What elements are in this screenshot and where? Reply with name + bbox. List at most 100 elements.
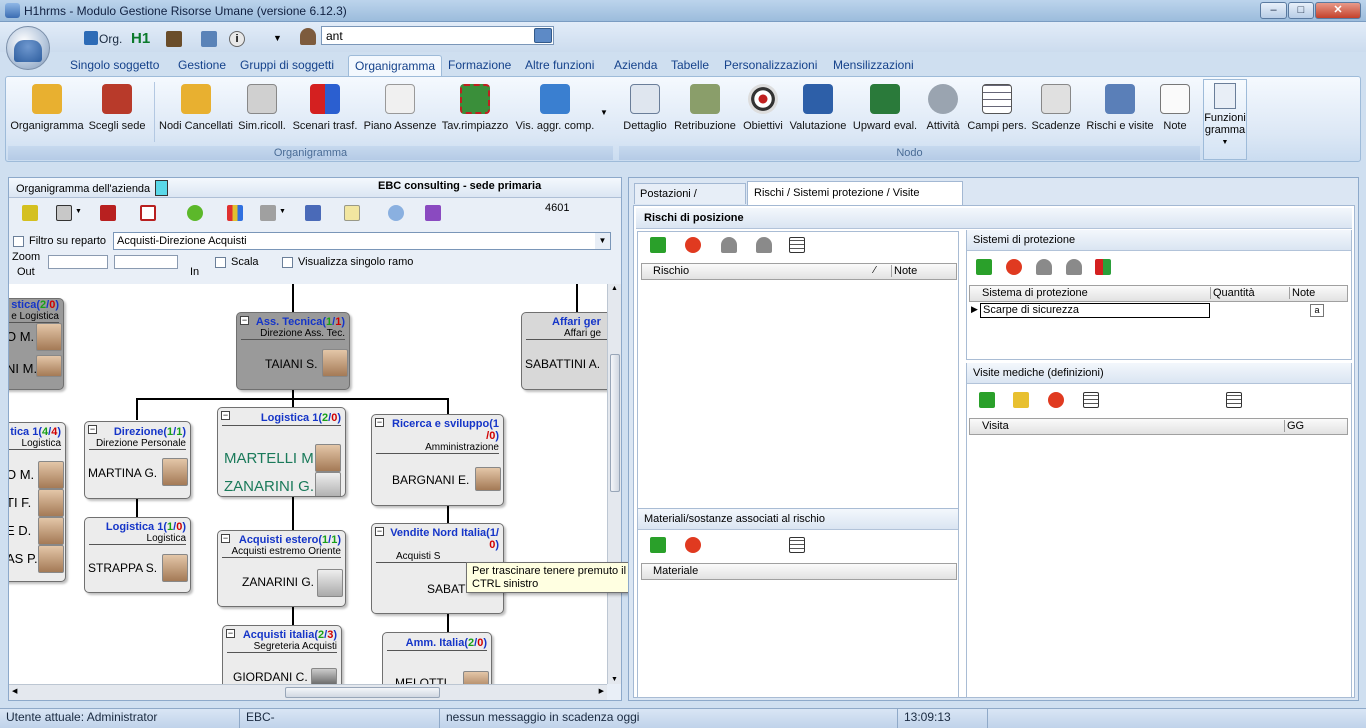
org-node-logistica-1[interactable]: − Logistica 1(2/0) MARTELLI M. ZANARINI … [217, 407, 346, 497]
pencils-icon[interactable] [227, 205, 243, 221]
reparto-select[interactable]: Acquisti-Direzione Acquisti [113, 232, 611, 250]
scroll-right-arrow[interactable]: ▶ [599, 687, 604, 695]
delete-icon[interactable] [685, 537, 701, 553]
close-button[interactable]: ✕ [1315, 2, 1361, 19]
collapse-toggle[interactable]: − [221, 411, 230, 420]
org-select-icon[interactable] [140, 205, 156, 221]
filtro-reparto-checkbox[interactable] [13, 236, 24, 247]
scissors-icon[interactable] [305, 205, 321, 221]
org-node-affari-generali[interactable]: Affari ger Affari ge SABATTINI A. [521, 312, 607, 390]
note-button[interactable]: Note [1158, 82, 1192, 144]
table-icon[interactable] [789, 237, 805, 253]
tab-organigramma[interactable]: Organigramma [348, 55, 443, 76]
org-tree-icon[interactable] [22, 205, 38, 221]
user-icon[interactable] [721, 237, 737, 253]
obiettivi-button[interactable]: Obiettivi [740, 82, 786, 144]
scroll-left-arrow[interactable]: ◀ [12, 687, 17, 695]
sim-ricoll-button[interactable]: Sim.ricoll. [236, 82, 288, 144]
retribuzione-button[interactable]: Retribuzione [673, 82, 737, 144]
edit-icon[interactable] [1013, 392, 1029, 408]
col-materiale[interactable]: Materiale [653, 565, 698, 577]
user-icon[interactable] [1036, 259, 1052, 275]
search-icon[interactable] [534, 28, 552, 43]
col-sistema[interactable]: Sistema di protezione [982, 287, 1088, 299]
org-collapse-icon[interactable] [100, 205, 116, 221]
flower-icon[interactable] [425, 205, 441, 221]
org-vertical-scrollbar[interactable]: ▲ ▼ [607, 284, 621, 684]
document-icon[interactable] [344, 205, 360, 221]
sistemi-row[interactable]: Scarpe di sicurezza [980, 303, 1210, 318]
organigramma-button[interactable]: Organigramma [10, 82, 84, 144]
table-icon[interactable] [1083, 392, 1099, 408]
col-gg[interactable]: GG [1284, 420, 1304, 432]
org-node-ass-tecnica[interactable]: − Ass. Tecnica(1/1) Direzione Ass. Tec. … [236, 312, 350, 390]
collapse-toggle[interactable]: − [240, 316, 249, 325]
add-icon[interactable] [979, 392, 995, 408]
org-node-acquisti-estero[interactable]: − Acquisti estero(1/1) Acquisti estremo … [217, 530, 346, 607]
magnifier-icon[interactable] [388, 205, 404, 221]
user-icon[interactable] [756, 237, 772, 253]
hscroll-thumb[interactable] [285, 687, 440, 698]
table-icon[interactable] [1226, 392, 1242, 408]
add-icon[interactable] [650, 537, 666, 553]
org-node-amm-italia[interactable]: Amm. Italia(2/0) MELOTTI [382, 632, 492, 684]
search-input[interactable]: ant [321, 26, 554, 45]
tab-rischi-sistemi-visite[interactable]: Rischi / Sistemi protezione / Visite Med… [747, 181, 963, 221]
org-node-logistica-top[interactable]: stica(2/0) e Logistica O M. NI M. [9, 298, 64, 390]
qat-dropdown-icon[interactable]: ▼ [273, 33, 282, 43]
collapse-toggle[interactable]: − [375, 418, 384, 427]
upward-eval-button[interactable]: Upward eval. [850, 82, 920, 144]
org-icon[interactable] [84, 31, 98, 45]
scala-checkbox[interactable] [215, 257, 226, 268]
collapse-toggle[interactable]: − [221, 534, 230, 543]
delete-icon[interactable] [1048, 392, 1064, 408]
scroll-down-arrow[interactable]: ▼ [611, 676, 618, 683]
zoom-slider-left[interactable] [48, 255, 108, 269]
info-icon[interactable]: i [229, 31, 245, 47]
note-icon[interactable]: a [1310, 304, 1324, 317]
chart-icon[interactable] [201, 31, 217, 47]
org-node-logistica-1-b[interactable]: Logistica 1(1/0) Logistica STRAPPA S. [84, 517, 191, 593]
col-note[interactable]: Note [891, 265, 917, 277]
col-note[interactable]: Note [1289, 287, 1315, 299]
table-icon[interactable] [789, 537, 805, 553]
org-expand-dropdown-icon[interactable]: ▼ [75, 208, 82, 215]
maximize-button[interactable]: □ [1288, 2, 1314, 19]
delete-icon[interactable] [1006, 259, 1022, 275]
h1-button[interactable]: H1 [131, 30, 150, 48]
user-icon[interactable] [1066, 259, 1082, 275]
warning-icon[interactable] [187, 205, 203, 221]
dettaglio-button[interactable]: Dettaglio [620, 82, 670, 144]
org-expand-icon[interactable] [56, 205, 72, 221]
piano-assenze-button[interactable]: Piano Assenze [362, 82, 438, 144]
tab-personalizzazioni[interactable]: Personalizzazioni [718, 55, 823, 76]
campi-pers-button[interactable]: Campi pers. [967, 82, 1027, 144]
attivita-button[interactable]: Attività [922, 82, 964, 144]
tab-tabelle[interactable]: Tabelle [665, 55, 715, 76]
tab-singolo-soggetto[interactable]: Singolo soggetto [64, 55, 165, 76]
printer-icon[interactable] [260, 205, 276, 221]
tav-rimpiazzo-button[interactable]: Tav.rimpiazzo [440, 82, 510, 144]
scroll-thumb[interactable] [610, 354, 620, 492]
tab-formazione[interactable]: Formazione [442, 55, 517, 76]
col-rischio[interactable]: Rischio [653, 265, 689, 277]
org-button[interactable]: Org. [99, 30, 122, 48]
rischi-e-visite-button[interactable]: Rischi e visite [1085, 82, 1155, 144]
printer-dropdown-icon[interactable]: ▼ [279, 208, 286, 215]
reparto-dropdown-icon[interactable]: ▼ [595, 233, 610, 249]
ribbon-more-icon[interactable]: ▼ [600, 108, 608, 117]
scadenze-button[interactable]: Scadenze [1030, 82, 1082, 144]
org-horizontal-scrollbar[interactable]: ◀ ▶ [9, 684, 607, 700]
add-icon[interactable] [650, 237, 666, 253]
tools-icon[interactable] [166, 31, 182, 47]
org-node-acquisti-italia[interactable]: − Acquisti italia(2/3) Segreteria Acquis… [222, 625, 342, 684]
scenari-trasf-button[interactable]: Scenari trasf. [291, 82, 359, 144]
org-node-logistica-1-left[interactable]: tica 1(4/4) Logistica O M. TI F. E D. AS… [9, 422, 66, 582]
org-chart-canvas[interactable]: stica(2/0) e Logistica O M. NI M. − Ass.… [9, 284, 607, 684]
tab-gruppi-di-soggetti[interactable]: Gruppi di soggetti [234, 55, 340, 76]
col-visita[interactable]: Visita [982, 420, 1009, 432]
delete-icon[interactable] [685, 237, 701, 253]
valutazione-button[interactable]: Valutazione [789, 82, 847, 144]
org-node-ricerca-sviluppo[interactable]: − Ricerca e sviluppo(1 /0) Amministrazio… [371, 414, 504, 506]
minimize-button[interactable]: – [1260, 2, 1287, 19]
